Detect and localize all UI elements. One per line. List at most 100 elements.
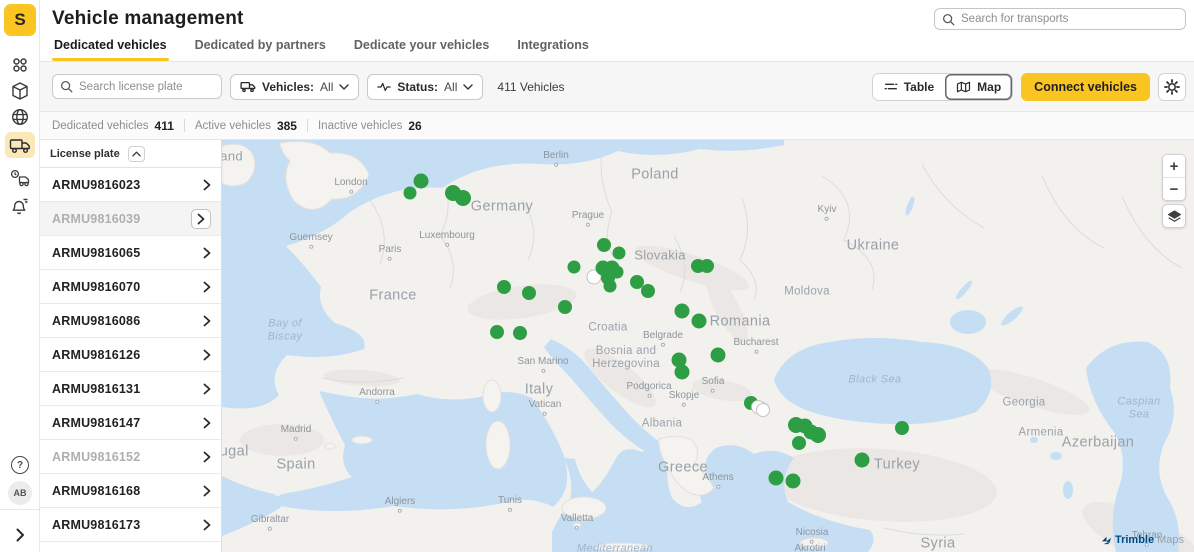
license-plate-search[interactable] (52, 74, 222, 99)
stat-value: 385 (277, 119, 297, 133)
license-plate: ARMU9816086 (52, 314, 140, 328)
vehicle-dot[interactable] (855, 453, 870, 468)
vehicle-dot[interactable] (675, 304, 690, 319)
map-attribution[interactable]: Trimble Maps (1101, 534, 1184, 546)
list-item[interactable]: ARMU9816039 (40, 202, 221, 236)
list-item[interactable]: ARMU9816131 (40, 372, 221, 406)
stat-dedicated-vehicles: Dedicated vehicles411 (52, 119, 174, 133)
truck-icon (240, 81, 256, 93)
user-avatar[interactable]: AB (0, 478, 40, 508)
list-header: License plate (40, 140, 221, 168)
vehicle-dot-inactive[interactable] (756, 403, 770, 417)
chevron-right-icon (203, 349, 211, 361)
license-plate: ARMU9816147 (52, 416, 140, 430)
transport-search[interactable] (934, 8, 1186, 30)
vehicle-count: 411 Vehicles (497, 80, 564, 94)
vehicle-dot[interactable] (675, 365, 690, 380)
license-plate: ARMU9816039 (52, 212, 140, 226)
help-button[interactable]: ? (0, 450, 40, 480)
open-vehicle-button[interactable] (203, 519, 211, 531)
list-item[interactable]: ARMU9816152 (40, 440, 221, 474)
open-vehicle-button[interactable] (191, 209, 211, 229)
open-vehicle-button[interactable] (203, 451, 211, 463)
table-view-label: Table (904, 80, 934, 94)
list-item[interactable]: ARMU9816086 (40, 304, 221, 338)
tab-dedicated-by-partners[interactable]: Dedicated by partners (193, 38, 328, 61)
vehicle-dot[interactable] (497, 280, 511, 294)
brand-logo[interactable]: S (4, 4, 36, 36)
expand-sidebar-button[interactable] (0, 520, 40, 550)
vehicle-dot[interactable] (613, 247, 626, 260)
list-item[interactable]: ARMU9816184 (40, 542, 221, 552)
connect-vehicles-button[interactable]: Connect vehicles (1021, 73, 1150, 101)
stat-value: 26 (408, 119, 421, 133)
sidebar-item-network[interactable] (0, 102, 40, 132)
list-item[interactable]: ARMU9816173 (40, 508, 221, 542)
open-vehicle-button[interactable] (203, 485, 211, 497)
open-vehicle-button[interactable] (203, 417, 211, 429)
status-filter-dropdown[interactable]: Status: All (367, 74, 483, 100)
vehicle-dot[interactable] (604, 280, 617, 293)
transport-search-input[interactable] (961, 13, 1178, 25)
license-plate-search-input[interactable] (79, 81, 214, 93)
map-base (222, 140, 1194, 552)
stat-inactive-vehicles: Inactive vehicles26 (318, 119, 422, 133)
chevron-down-icon (339, 84, 349, 90)
open-vehicle-button[interactable] (203, 315, 211, 327)
vehicle-dot[interactable] (558, 300, 572, 314)
zoom-in-button[interactable]: + (1163, 155, 1185, 177)
map[interactable]: landLondonBerlinPolandGermanyPragueKyivU… (222, 140, 1194, 552)
map-view-button[interactable]: Map (945, 74, 1012, 100)
list-item[interactable]: ARMU9816126 (40, 338, 221, 372)
vehicles-filter-value: All (320, 80, 333, 94)
list-item[interactable]: ARMU9816168 (40, 474, 221, 508)
zoom-out-button[interactable]: − (1163, 178, 1185, 200)
vehicle-dot[interactable] (641, 284, 655, 298)
tab-dedicated-vehicles[interactable]: Dedicated vehicles (52, 38, 169, 61)
vehicle-dot[interactable] (404, 187, 417, 200)
layers-icon (1167, 209, 1182, 224)
open-vehicle-button[interactable] (203, 247, 211, 259)
list-item[interactable]: ARMU9816065 (40, 236, 221, 270)
vehicles-filter-dropdown[interactable]: Vehicles: All (230, 74, 359, 100)
vehicle-dot[interactable] (597, 238, 611, 252)
open-vehicle-button[interactable] (203, 281, 211, 293)
list-item[interactable]: ARMU9816023 (40, 168, 221, 202)
sidebar-item-transport-history[interactable] (0, 163, 40, 193)
map-layers-button[interactable] (1162, 204, 1186, 228)
vehicle-dot[interactable] (455, 190, 471, 206)
list-item[interactable]: ARMU9816070 (40, 270, 221, 304)
settings-button[interactable] (1158, 73, 1186, 101)
vehicle-dot[interactable] (769, 471, 784, 486)
stat-divider (307, 119, 308, 132)
rail-divider (0, 509, 40, 510)
vehicle-dot[interactable] (711, 348, 726, 363)
package-icon (10, 81, 30, 101)
open-vehicle-button[interactable] (203, 383, 211, 395)
sidebar-item-vehicles[interactable] (0, 130, 40, 160)
vehicle-dot[interactable] (522, 286, 536, 300)
sort-ascending-button[interactable] (128, 146, 145, 162)
list-item[interactable]: ARMU9816147 (40, 406, 221, 440)
search-icon (942, 13, 955, 26)
table-view-button[interactable]: Table (873, 74, 945, 100)
sidebar-item-notifications[interactable] (0, 192, 40, 222)
open-vehicle-button[interactable] (203, 179, 211, 191)
map-view-label: Map (977, 80, 1001, 94)
vehicle-dot[interactable] (568, 261, 581, 274)
vehicle-dot[interactable] (786, 474, 801, 489)
vehicle-dot[interactable] (895, 421, 909, 435)
vehicle-dot[interactable] (490, 325, 504, 339)
gear-icon (1164, 79, 1180, 95)
vehicle-dot[interactable] (513, 326, 527, 340)
vehicle-dot[interactable] (700, 259, 714, 273)
tab-dedicate-your-vehicles[interactable]: Dedicate your vehicles (352, 38, 491, 61)
vehicle-dot[interactable] (692, 314, 707, 329)
vehicle-dot[interactable] (792, 436, 806, 450)
vehicle-dot[interactable] (810, 427, 826, 443)
status-filter-label: Status: (397, 80, 438, 94)
open-vehicle-button[interactable] (203, 349, 211, 361)
tab-integrations[interactable]: Integrations (515, 38, 591, 61)
trimble-logo-icon (1101, 535, 1112, 546)
vehicle-dot[interactable] (414, 174, 429, 189)
